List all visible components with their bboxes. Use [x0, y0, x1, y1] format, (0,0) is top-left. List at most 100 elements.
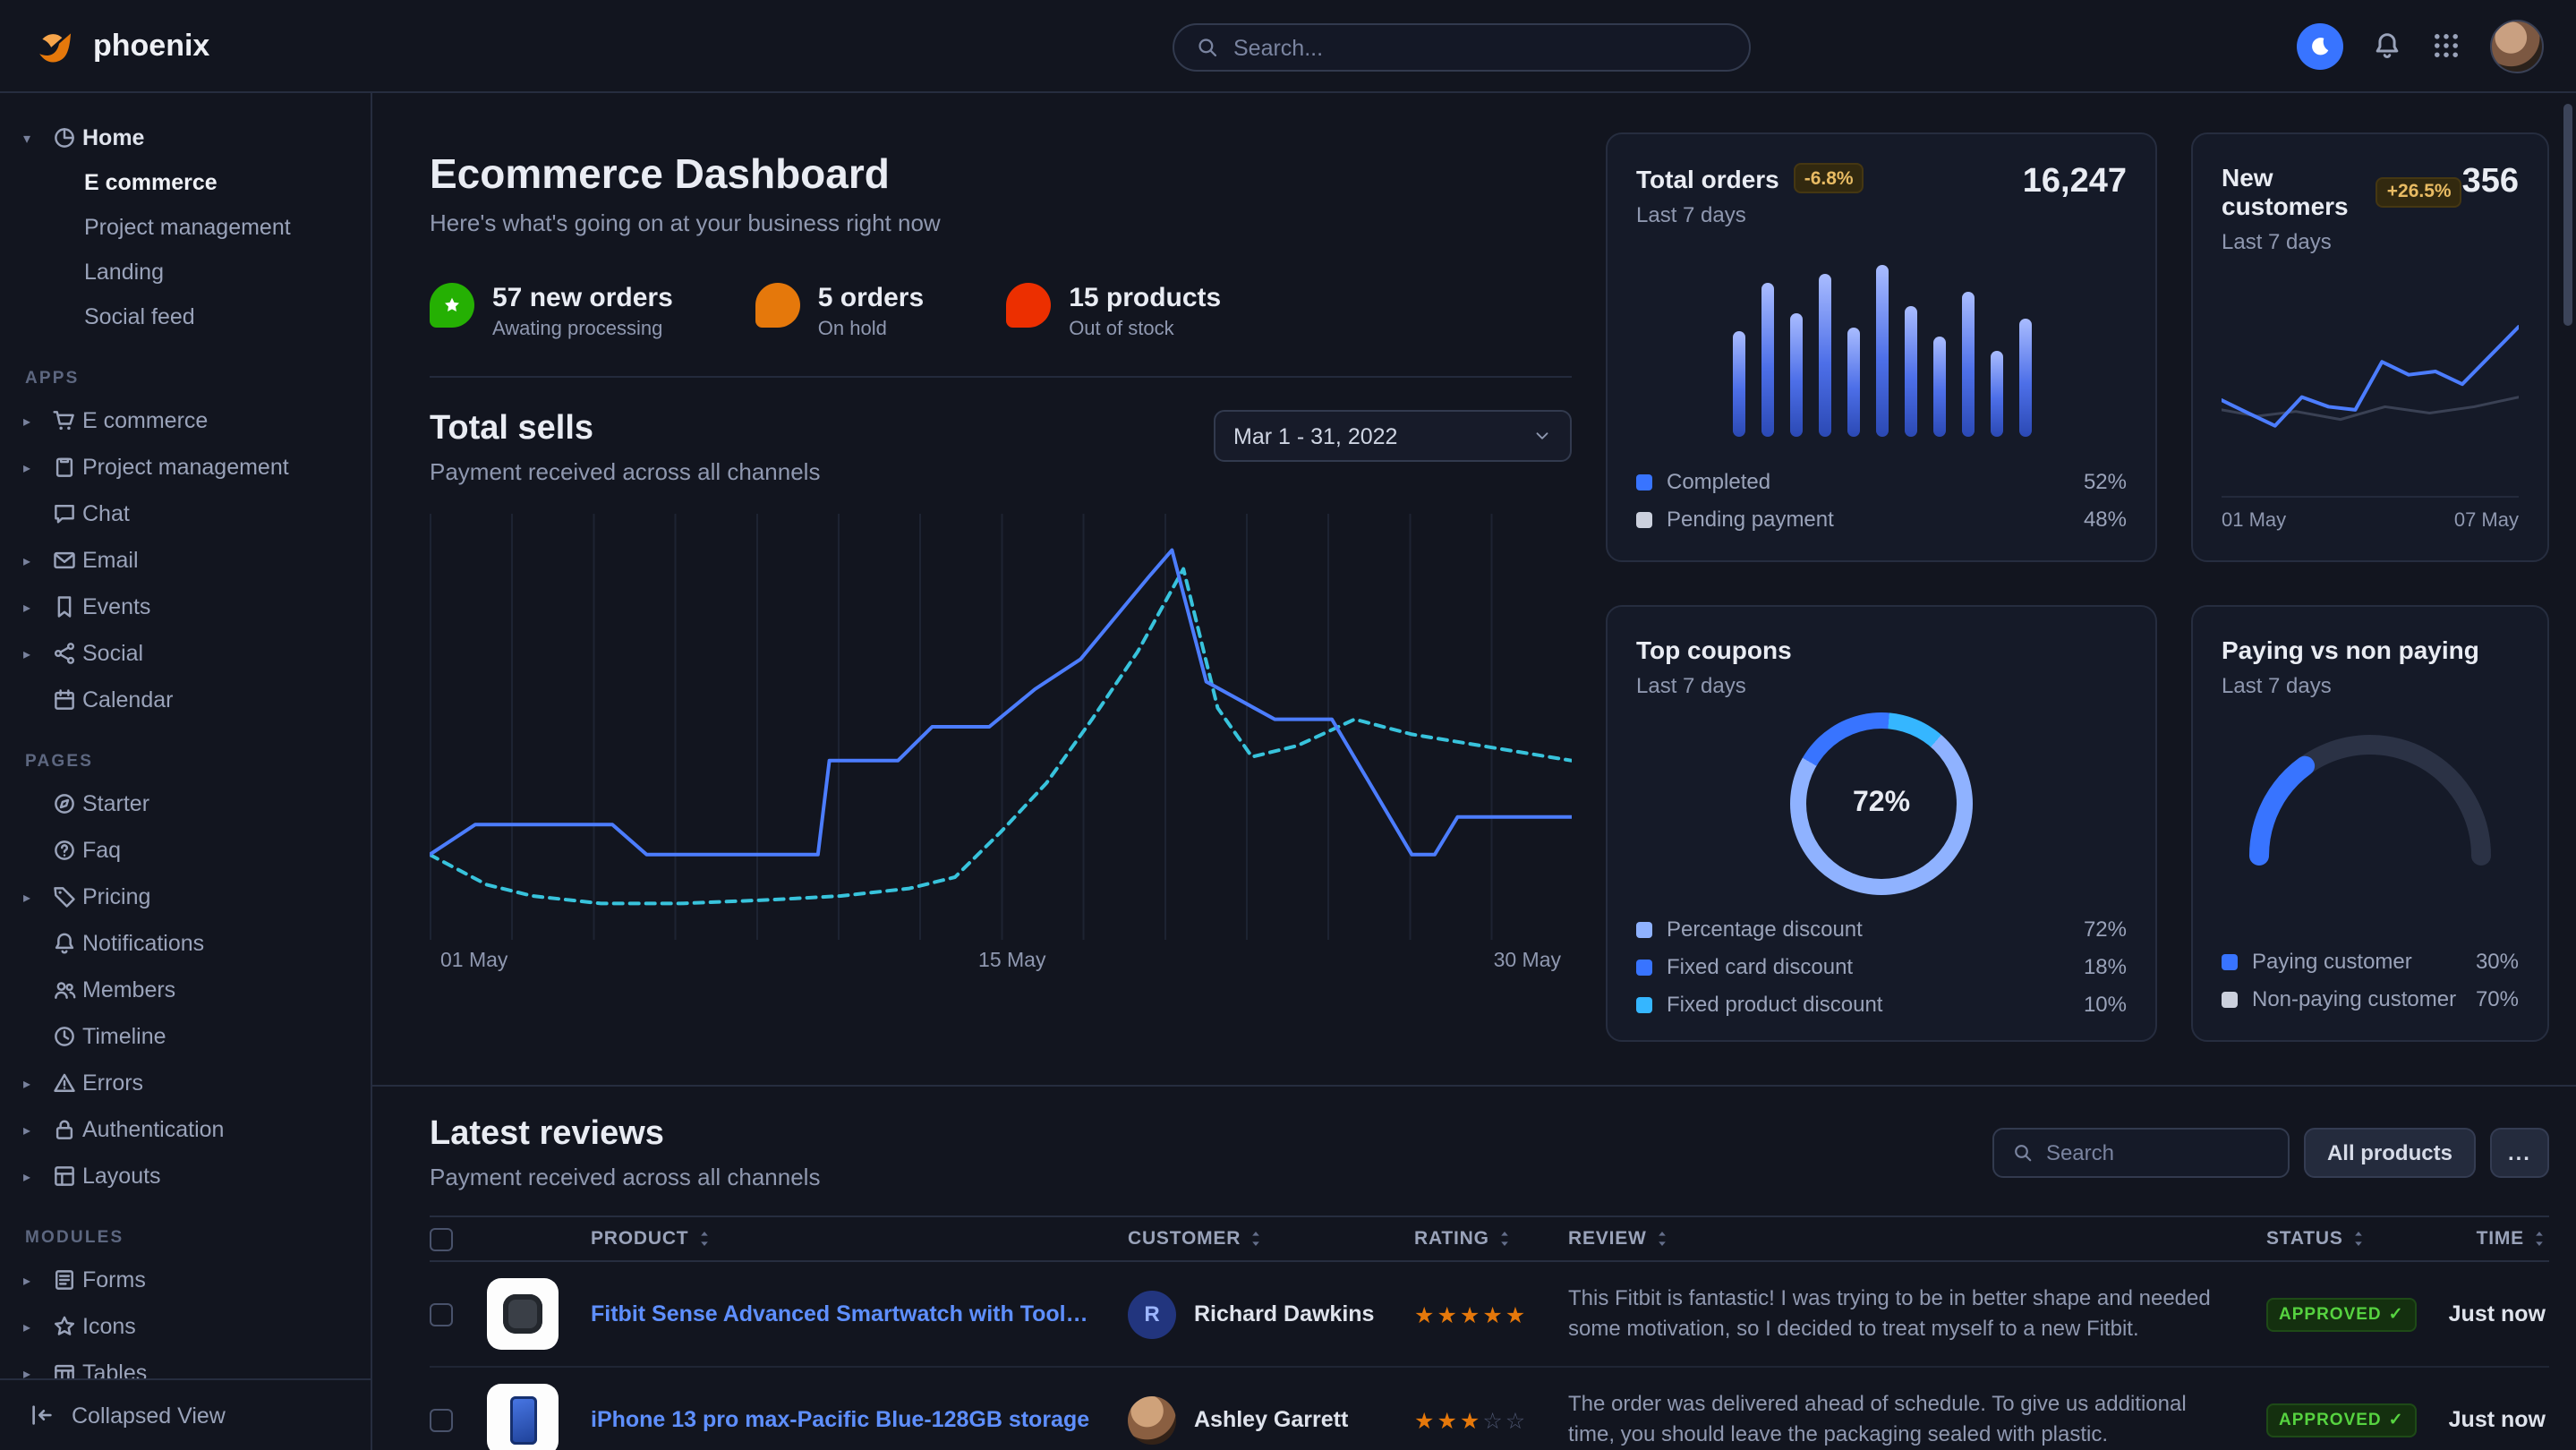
- sidebar-item-chat[interactable]: Chat: [0, 490, 371, 537]
- customer-cell: Ashley Garrett: [1128, 1395, 1414, 1444]
- message-icon: [45, 501, 82, 526]
- row-checkbox[interactable]: [430, 1302, 453, 1326]
- stat-out-of-stock: 15 productsOut of stock: [1006, 283, 1221, 340]
- more-options-button[interactable]: ...: [2490, 1128, 2549, 1178]
- legend-label: Pending payment: [1667, 507, 1834, 532]
- phone-graphic: [509, 1395, 536, 1444]
- sidebar-item-home[interactable]: ▾Home: [0, 115, 371, 161]
- sort-icon: [2352, 1230, 2365, 1248]
- collapse-view-button[interactable]: Collapsed View: [0, 1378, 371, 1450]
- sidebar-item-tables[interactable]: ▸Tables: [0, 1350, 371, 1378]
- product-link[interactable]: iPhone 13 pro max-Pacific Blue-128GB sto…: [591, 1407, 1128, 1432]
- dashboard-left-column: Ecommerce Dashboard Here's what's going …: [430, 132, 1572, 1042]
- star-filled-icon: ★: [1437, 1302, 1459, 1327]
- column-header-rating[interactable]: RATING: [1414, 1228, 1568, 1250]
- sidebar-item-events[interactable]: ▸Events: [0, 584, 371, 630]
- sidebar-item-email[interactable]: ▸Email: [0, 537, 371, 584]
- column-label: RATING: [1414, 1228, 1489, 1250]
- theme-toggle-button[interactable]: [2297, 22, 2343, 69]
- legend-item-percentage-discount: Percentage discount72%: [1636, 917, 2127, 942]
- reviews-table-header: PRODUCTCUSTOMERRATING REVIEW STATUS TIME: [430, 1215, 2549, 1262]
- legend-swatch: [1636, 959, 1652, 975]
- sidebar-item-pricing[interactable]: ▸Pricing: [0, 874, 371, 920]
- status-label: APPROVED: [2279, 1411, 2382, 1430]
- row-checkbox[interactable]: [430, 1408, 453, 1431]
- global-search[interactable]: [1173, 23, 1751, 72]
- sort-icon: [1250, 1230, 1262, 1248]
- sidebar-item-label: Errors: [82, 1070, 143, 1096]
- sidebar-item-project-management[interactable]: ▸Project management: [0, 444, 371, 490]
- all-products-button[interactable]: All products: [2304, 1128, 2476, 1178]
- caret-right-icon: ▸: [23, 645, 45, 661]
- sidebar-item-starter[interactable]: Starter: [0, 780, 371, 827]
- legend-item-fixed-card-discount: Fixed card discount18%: [1636, 954, 2127, 979]
- sidebar-item-timeline[interactable]: Timeline: [0, 1013, 371, 1060]
- star-empty-icon: ☆: [1482, 1408, 1505, 1433]
- sidebar-item-social-feed[interactable]: Social feed: [0, 295, 371, 340]
- star-filled-icon: ★: [1460, 1302, 1482, 1327]
- stat-text: 57 new ordersAwating processing: [492, 283, 673, 340]
- column-header-review[interactable]: REVIEW: [1568, 1228, 2266, 1250]
- new-customers-chart: [2222, 254, 2519, 496]
- sidebar-item-label: Notifications: [82, 931, 204, 956]
- cart-icon: [45, 408, 82, 433]
- legend-label: Completed: [1667, 469, 1770, 494]
- column-header-customer[interactable]: CUSTOMER: [1128, 1228, 1414, 1250]
- topbar-actions: [2297, 19, 2544, 72]
- column-header-product[interactable]: PRODUCT: [591, 1228, 1128, 1250]
- sidebar-item-social[interactable]: ▸Social: [0, 630, 371, 677]
- legend-item-completed: Completed52%: [1636, 469, 2127, 494]
- page-subtitle: Here's what's going on at your business …: [430, 209, 1572, 236]
- sidebar-item-layouts[interactable]: ▸Layouts: [0, 1153, 371, 1199]
- legend-swatch: [1636, 473, 1652, 490]
- sidebar-item-forms[interactable]: ▸Forms: [0, 1257, 371, 1303]
- column-header-time[interactable]: TIME: [2431, 1228, 2549, 1250]
- sidebar-item-project-management[interactable]: Project management: [0, 206, 371, 251]
- nav-section-label-apps: APPS: [25, 369, 371, 388]
- user-avatar[interactable]: [2490, 19, 2544, 72]
- date-range-select[interactable]: Mar 1 - 31, 2022: [1214, 410, 1572, 462]
- select-all-checkbox[interactable]: [430, 1227, 453, 1250]
- reviews-search[interactable]: [1992, 1128, 2290, 1178]
- mail-icon: [45, 548, 82, 573]
- sidebar-item-landing[interactable]: Landing: [0, 251, 371, 295]
- clipboard-icon: [45, 455, 82, 480]
- notifications-bell-icon[interactable]: [2372, 30, 2402, 61]
- sidebar-item-authentication[interactable]: ▸Authentication: [0, 1106, 371, 1153]
- smartwatch-graphic: [503, 1294, 542, 1334]
- reviews-search-input[interactable]: [2046, 1140, 2270, 1165]
- column-header-status[interactable]: STATUS: [2266, 1228, 2431, 1250]
- sidebar-item-e-commerce[interactable]: ▸E commerce: [0, 397, 371, 444]
- bar: [1932, 337, 1945, 437]
- sidebar-item-members[interactable]: Members: [0, 967, 371, 1013]
- sidebar-item-notifications[interactable]: Notifications: [0, 920, 371, 967]
- sidebar-item-errors[interactable]: ▸Errors: [0, 1060, 371, 1106]
- review-text: The order was delivered ahead of schedul…: [1568, 1388, 2266, 1450]
- bar: [1990, 350, 2002, 437]
- sidebar-item-label: Authentication: [82, 1117, 224, 1142]
- sidebar-item-e-commerce[interactable]: E commerce: [0, 161, 371, 206]
- gauge-track: [2259, 745, 2481, 856]
- moon-icon: [2307, 33, 2333, 58]
- compass-icon: [45, 791, 82, 816]
- total-sells-header: Total sells Payment received across all …: [430, 410, 1572, 485]
- alert-icon: [45, 1070, 82, 1096]
- reviews-table: PRODUCTCUSTOMERRATING REVIEW STATUS TIME Fi…: [430, 1215, 2549, 1450]
- sidebar-item-label: Chat: [82, 501, 130, 526]
- global-search-input[interactable]: [1233, 35, 1727, 60]
- product-link[interactable]: Fitbit Sense Advanced Smartwatch with To…: [591, 1301, 1128, 1326]
- check-icon: ✓: [2389, 1411, 2404, 1430]
- brand[interactable]: phoenix: [32, 22, 209, 69]
- stat-text: 5 ordersOn hold: [818, 283, 924, 340]
- sidebar-item-faq[interactable]: Faq: [0, 827, 371, 874]
- topbar: phoenix: [0, 0, 2576, 93]
- sort-icon: [2533, 1230, 2546, 1248]
- sidebar-item-icons[interactable]: ▸Icons: [0, 1303, 371, 1350]
- column-label: REVIEW: [1568, 1228, 1647, 1250]
- page-scrollbar[interactable]: [2563, 104, 2572, 326]
- column-label: STATUS: [2266, 1228, 2343, 1250]
- sidebar-item-calendar[interactable]: Calendar: [0, 677, 371, 723]
- total-sells-title: Total sells: [430, 410, 820, 449]
- legend-value: 70%: [2476, 986, 2519, 1011]
- apps-grid-icon[interactable]: [2431, 30, 2461, 61]
